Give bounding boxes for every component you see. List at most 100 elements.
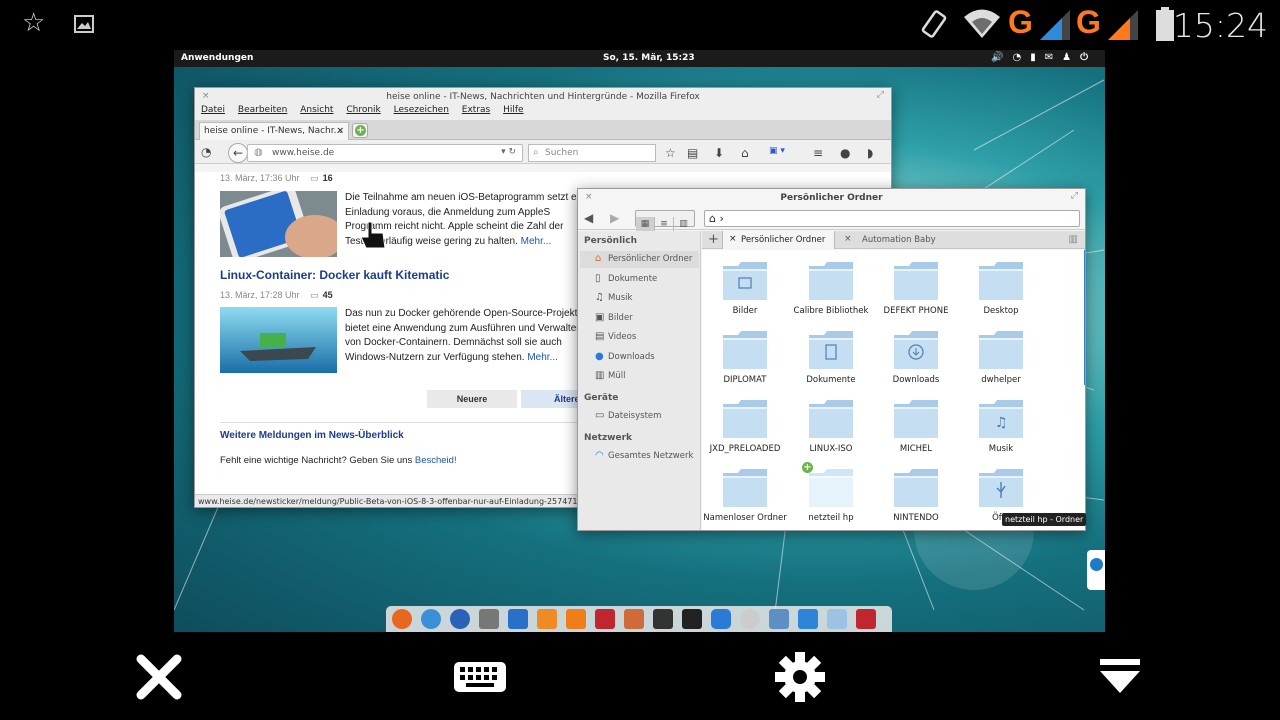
column-view-icon[interactable]: ▥ — [674, 217, 693, 232]
files-titlebar[interactable]: × Persönlicher Ordner ⤢ — [578, 189, 1085, 206]
sidebar-item-downloads[interactable]: ● Downloads — [580, 349, 699, 366]
home-icon[interactable]: ⌂ — [741, 146, 749, 160]
close-tab-icon[interactable]: × — [336, 126, 344, 136]
folder-item[interactable]: Dokumente — [788, 319, 874, 388]
folder-item[interactable]: JXD_PRELOADED — [702, 388, 788, 457]
menu-datei[interactable]: Datei — [201, 105, 225, 115]
search-input[interactable]: ⌕ Suchen — [528, 144, 656, 162]
globe-icon[interactable] — [450, 609, 470, 629]
disc-icon[interactable] — [740, 609, 760, 629]
browser-tab[interactable]: heise online - IT-News, Nachr... × — [199, 122, 349, 140]
maximize-icon[interactable]: ⤢ — [877, 90, 884, 100]
back-arrow-icon[interactable]: ◀ — [584, 209, 593, 227]
tray-icons[interactable]: 🔊◔▮✉♟⏻ — [991, 52, 1097, 63]
menu-bearbeiten[interactable]: Bearbeiten — [238, 105, 287, 115]
newer-button[interactable]: Neuere — [427, 390, 517, 408]
path-bar[interactable]: ⌂ › — [704, 210, 1080, 227]
folder-item[interactable]: Namenloser Ordner — [702, 457, 788, 526]
folder-item[interactable]: MICHEL — [873, 388, 959, 457]
folder-item[interactable]: Bilder — [702, 250, 788, 319]
gallery-icon[interactable] — [74, 15, 94, 33]
more-news-link[interactable]: Weitere Meldungen im News-Überblick — [220, 430, 404, 441]
grid-view-icon[interactable]: ▦ — [636, 217, 655, 232]
teamviewer-icon[interactable] — [711, 609, 731, 629]
sidebar-item-pictures[interactable]: ▣ Bilder — [580, 310, 699, 327]
firefox-titlebar[interactable]: × heise online - IT-News, Nachrichten un… — [195, 88, 891, 105]
close-icon[interactable]: × — [585, 192, 593, 202]
sidebar-item-network[interactable]: ◠ Gesamtes Netzwerk — [580, 448, 699, 465]
files-icon[interactable] — [827, 609, 847, 629]
applications-menu[interactable]: Anwendungen — [181, 53, 253, 63]
keyboard-icon[interactable] — [452, 649, 508, 705]
new-tab-button[interactable]: + — [352, 123, 368, 138]
menu-icon[interactable]: ≡ — [813, 146, 823, 160]
collapse-menu-icon[interactable] — [1092, 649, 1148, 705]
sidebar-item-filesystem[interactable]: ▭ Dateisystem — [580, 408, 699, 425]
download-icon[interactable]: ⬇ — [714, 146, 724, 160]
menu-extras[interactable]: Extras — [462, 105, 490, 115]
image-viewer-icon[interactable] — [624, 609, 644, 629]
folder-item[interactable]: Calibre Bibliothek — [788, 250, 874, 319]
back-button[interactable]: ← — [228, 143, 248, 163]
comment-count[interactable]: 45 — [323, 290, 333, 300]
sidebar-item-home[interactable]: ⌂ Persönlicher Ordner — [580, 251, 699, 268]
chat-icon[interactable]: ● — [840, 146, 850, 160]
sidebar-item-documents[interactable]: ▯ Dokumente — [580, 271, 699, 288]
menu-chronik[interactable]: Chronik — [346, 105, 380, 115]
extension-icon[interactable]: ◗ — [867, 146, 873, 160]
comment-count[interactable]: 16 — [323, 173, 333, 183]
firefox-icon[interactable] — [392, 609, 412, 629]
close-tab-icon[interactable]: × — [729, 234, 737, 244]
folder-item[interactable]: Downloads — [873, 319, 959, 388]
folder-item[interactable]: dwhelper — [958, 319, 1044, 388]
close-tab-icon[interactable]: × — [844, 234, 852, 244]
remote-desktop[interactable]: Anwendungen So, 15. Mär, 15:23 🔊◔▮✉♟⏻ × … — [174, 50, 1105, 632]
feedback-link[interactable]: Bescheid! — [415, 455, 457, 466]
folder-item[interactable]: NINTENDO — [873, 457, 959, 526]
maximize-icon[interactable]: ⤢ — [1071, 191, 1078, 201]
article-headline[interactable]: Linux-Container: Docker kauft Kitematic — [220, 268, 449, 282]
iphone-hand-image[interactable] — [220, 191, 337, 257]
menu-hilfe[interactable]: Hilfe — [503, 105, 523, 115]
home-icon[interactable]: ⌂ › — [709, 212, 724, 225]
folder-item[interactable]: Desktop — [958, 250, 1044, 319]
addon-icon[interactable]: ▣ ▾ — [769, 146, 785, 156]
docker-container-image[interactable] — [220, 307, 337, 373]
media-icon[interactable] — [595, 609, 615, 629]
folder-item[interactable]: DIPLOMAT — [702, 319, 788, 388]
more-link[interactable]: Mehr... — [527, 352, 558, 363]
tab-personal-folder[interactable]: × Persönlicher Ordner — [722, 231, 835, 249]
bookmark-star-icon[interactable]: ☆ — [665, 146, 676, 160]
url-bar[interactable]: www.heise.de ▾ ↻ ◍ — [247, 144, 523, 162]
screenshot-icon[interactable] — [769, 609, 789, 629]
gear-icon[interactable] — [772, 649, 828, 705]
tab-automation-baby[interactable]: × Automation Baby — [838, 231, 948, 249]
history-icon[interactable]: ◔ — [201, 145, 211, 159]
star-icon[interactable]: ☆ — [22, 8, 45, 38]
add-tab-icon[interactable]: + — [708, 232, 719, 247]
more-link[interactable]: Mehr... — [521, 236, 552, 247]
folder-item[interactable]: LINUX-ISO — [788, 388, 874, 457]
chromium-icon[interactable] — [421, 609, 441, 629]
forward-arrow-icon[interactable]: ▶ — [610, 209, 619, 227]
terminal-icon[interactable] — [682, 609, 702, 629]
folder-item[interactable]: + netzteil hp — [788, 457, 874, 526]
writer-icon[interactable] — [508, 609, 528, 629]
sidebar-item-trash[interactable]: ▥ Müll — [580, 368, 699, 385]
panel-datetime[interactable]: So, 15. Mär, 15:23 — [603, 53, 695, 63]
download-manager-icon[interactable] — [798, 609, 818, 629]
calculator-icon[interactable] — [479, 609, 499, 629]
reload-icon[interactable]: ▾ ↻ — [501, 147, 516, 157]
folder-item[interactable]: ♫ Musik — [958, 388, 1044, 457]
file-manager-window[interactable]: × Persönlicher Ordner ⤢ ◀ ▶ ▦ ≡ ▥ ⌂ › Pers… — [577, 188, 1086, 531]
system-monitor-icon[interactable] — [653, 609, 673, 629]
folder-item[interactable]: DEFEKT PHONE — [873, 250, 959, 319]
menu-lesezeichen[interactable]: Lesezeichen — [394, 105, 449, 115]
teamviewer-tab[interactable] — [1087, 550, 1105, 590]
sidebar-item-videos[interactable]: ▤ Videos — [580, 329, 699, 346]
close-icon[interactable] — [131, 649, 187, 705]
clipboard-icon[interactable]: ▤ — [687, 146, 698, 160]
trash-icon[interactable]: ▥ — [1069, 234, 1078, 245]
scrollbar[interactable] — [1084, 250, 1085, 385]
list-view-icon[interactable]: ≡ — [655, 217, 674, 232]
